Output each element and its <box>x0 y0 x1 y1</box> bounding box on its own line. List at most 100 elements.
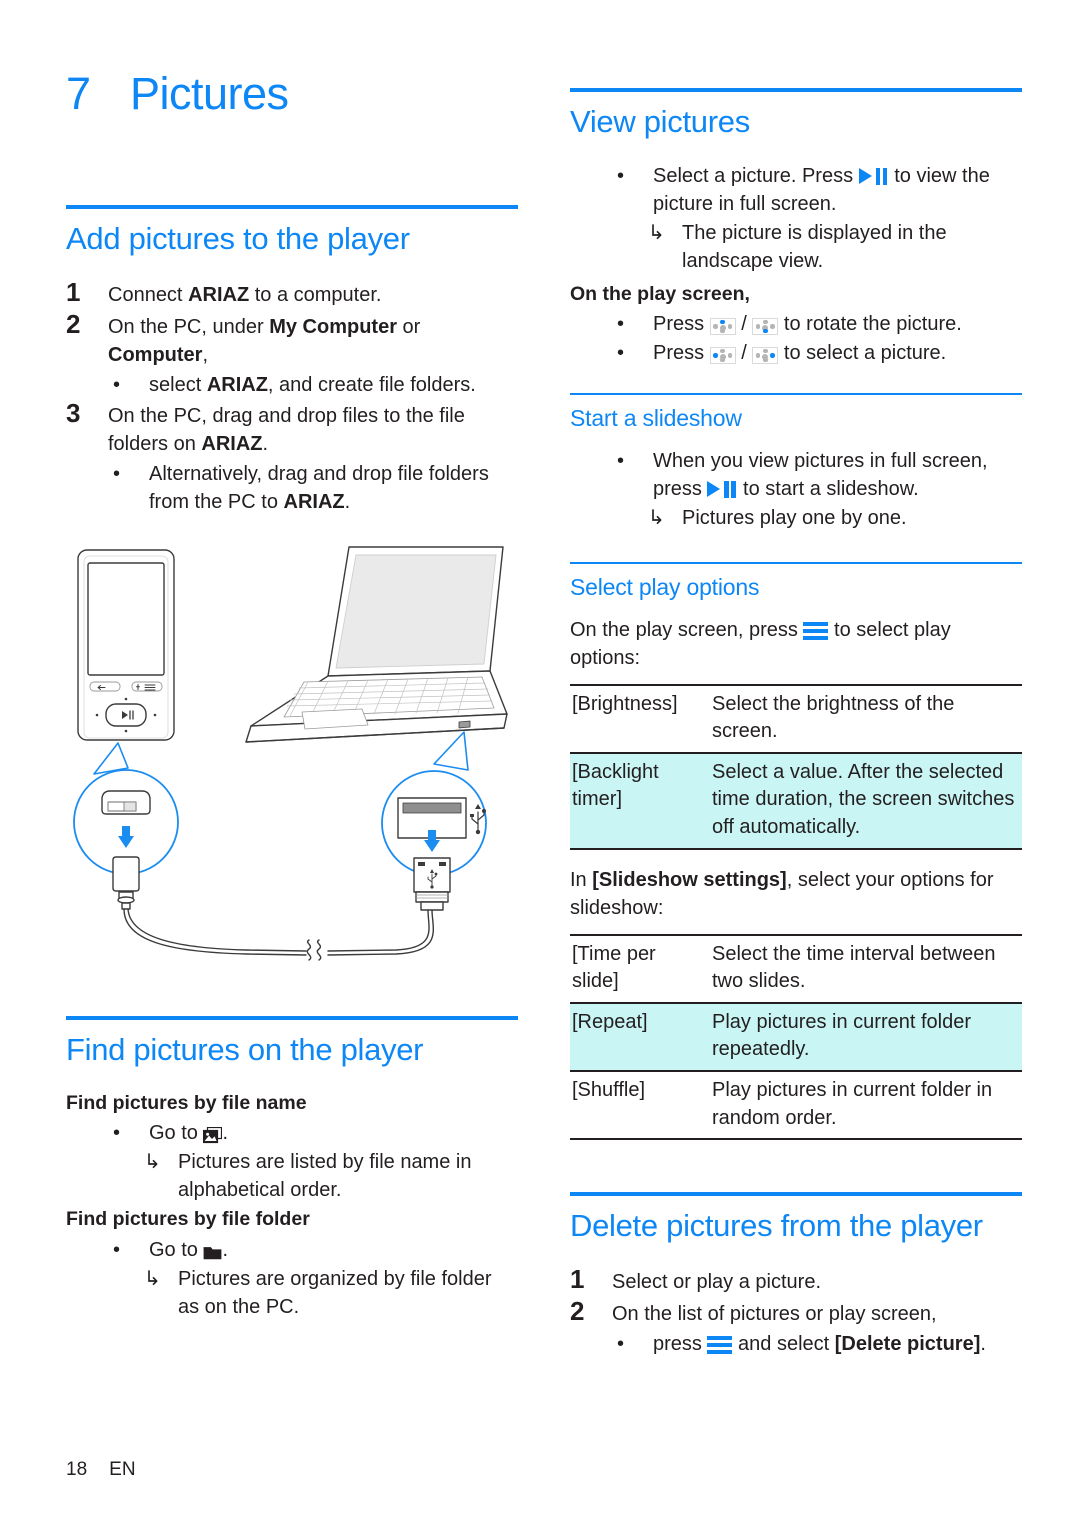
bullet-marker: • <box>617 449 625 472</box>
chapter-number: 7 <box>66 68 91 119</box>
bullet-marker: • <box>113 463 121 486</box>
step-text-part: or <box>397 316 421 339</box>
nav-up-icon <box>709 318 736 336</box>
player-device-illustration <box>77 549 175 741</box>
bullet-item: • Go to . <box>66 1236 518 1264</box>
option-value: Select the brightness of the screen. <box>708 683 1022 753</box>
arrow-marker: ↳ <box>144 1151 161 1174</box>
arrow-text: The picture is displayed in the landscap… <box>682 221 947 272</box>
bullet-text: Select a picture. Press to view the pict… <box>653 162 1022 218</box>
step-text-bold: Computer <box>108 344 203 367</box>
step-text-bold: My Computer <box>269 316 397 339</box>
step-text: On the PC, drag and drop files to the fi… <box>108 400 518 458</box>
arrow-note: ↳ Pictures play one by one. <box>570 504 1022 532</box>
bullet-text-bold: [Delete picture] <box>834 1332 981 1355</box>
bullet-text-part: / <box>735 342 753 365</box>
bullet-marker: • <box>617 1332 625 1355</box>
manual-page: 7 Pictures Add pictures to the player 1 … <box>0 0 1080 1527</box>
arrow-note: ↳ Pictures are listed by file name in al… <box>66 1148 518 1204</box>
section-start-slideshow: Start a slideshow • When you view pictur… <box>570 393 1022 532</box>
intro-text-part: In <box>570 868 593 891</box>
section-select-play-options: Select play options On the play screen, … <box>570 561 1022 1141</box>
left-column: 7 Pictures Add pictures to the player 1 … <box>66 0 518 1322</box>
bullet-text-part: press <box>653 1332 708 1355</box>
bullet-item: • When you view pictures in full screen,… <box>570 447 1022 503</box>
bullet-text-part: Press <box>653 342 710 365</box>
nav-left-icon <box>709 347 736 365</box>
bullet-text: Press / to select a picture. <box>653 339 1022 367</box>
bullet-item: • Go to . <box>66 1119 518 1147</box>
step-text-part: On the PC, drag and drop files to the fi… <box>108 405 465 456</box>
chapter-title: 7 Pictures <box>66 68 518 119</box>
bullet-text: Go to . <box>149 1236 518 1264</box>
step-number: 1 <box>66 277 81 308</box>
bullet-text-part: . <box>222 1238 229 1261</box>
section-add-pictures: Add pictures to the player 1 Connect ARI… <box>66 205 518 988</box>
bullet-text-bold: ARIAZ <box>283 491 345 514</box>
arrow-marker: ↳ <box>648 506 665 529</box>
heading-view-pictures: View pictures <box>570 104 750 139</box>
bullet-text: Go to . <box>149 1119 518 1147</box>
step-text: On the list of pictures or play screen, <box>612 1302 937 1325</box>
bullet-text: Alternatively, drag and drop file folder… <box>149 460 518 516</box>
option-value: Play pictures in current folder repeated… <box>708 1001 1022 1071</box>
folder-icon <box>203 1245 222 1260</box>
nav-down-icon <box>752 318 779 336</box>
slideshow-settings-table: [Time per slide] Select the time interva… <box>570 933 1022 1141</box>
intro-text-bold: [Slideshow settings] <box>592 868 787 891</box>
bullet-marker: • <box>617 164 625 187</box>
step-number: 3 <box>66 398 81 429</box>
option-key: [Shuffle] <box>570 1069 708 1141</box>
play-options-table: [Brightness] Select the brightness of th… <box>570 683 1022 850</box>
section-view-pictures: View pictures • Select a picture. Press … <box>570 88 1022 367</box>
bullet-item: • Press / to rotate the picture. <box>570 310 1022 338</box>
step-2: 2 On the PC, under My Computer or Comput… <box>66 309 518 369</box>
language-code: EN <box>109 1459 136 1480</box>
player-port-callout <box>73 742 179 910</box>
bullet-text: press and select [Delete picture]. <box>653 1330 1022 1358</box>
option-value: Play pictures in current folder in rando… <box>708 1069 1022 1141</box>
bullet-text-part: Go to <box>149 1122 204 1145</box>
step-number: 2 <box>570 1295 585 1326</box>
bullet-text-part: , and create file folders. <box>267 374 476 397</box>
section-rule <box>570 88 1022 92</box>
bullet-item: • press and select [Delete picture]. <box>570 1330 1022 1358</box>
bullet-text-part: select <box>149 374 207 397</box>
step-text-part: to a computer. <box>249 284 382 307</box>
bullet-text-part: to rotate the picture. <box>778 313 962 336</box>
page-footer: 18 EN <box>66 1459 136 1481</box>
bullet-text-part: . <box>980 1332 986 1355</box>
heading-add-pictures: Add pictures to the player <box>66 221 410 257</box>
right-column: View pictures • Select a picture. Press … <box>570 0 1022 1359</box>
step-1: 1 Connect ARIAZ to a computer. <box>66 277 518 309</box>
arrow-text: Pictures are organized by file folder as… <box>178 1267 492 1318</box>
table-row: [Shuffle] Play pictures in current folde… <box>570 1069 1022 1141</box>
subheading-find-by-file-folder: Find pictures by file folder <box>66 1208 310 1231</box>
section-rule <box>570 1192 1022 1197</box>
select-play-options-intro: On the play screen, press to select play… <box>570 616 1022 672</box>
bullet-text-part: and select <box>732 1332 835 1355</box>
table-row: [Repeat] Play pictures in current folder… <box>570 1001 1022 1071</box>
bullet-text-part: . <box>222 1122 229 1145</box>
step-text-part: , <box>202 344 209 367</box>
step-text: On the PC, under My Computer or Computer… <box>108 311 518 369</box>
arrow-marker: ↳ <box>144 1267 161 1290</box>
option-key: [Brightness] <box>570 683 708 753</box>
table-row: [Backlight timer] Select a value. After … <box>570 751 1022 850</box>
table-row: [Time per slide] Select the time interva… <box>570 933 1022 1003</box>
step-number: 1 <box>570 1263 585 1294</box>
step-text: Connect ARIAZ to a computer. <box>108 279 518 309</box>
slideshow-settings-intro: In [Slideshow settings], select your opt… <box>570 866 1022 922</box>
heading-select-play-options: Select play options <box>570 573 760 600</box>
subheading-find-by-file-name: Find pictures by file name <box>66 1091 307 1114</box>
bullet-text-part: to select a picture. <box>778 342 947 365</box>
chapter-name: Pictures <box>130 68 289 119</box>
menu-icon <box>803 621 829 640</box>
step-number: 2 <box>66 309 81 340</box>
bullet-marker: • <box>113 1122 121 1145</box>
bullet-marker: • <box>113 374 121 397</box>
bullet-text-bold: ARIAZ <box>206 374 268 397</box>
option-key: [Time per slide] <box>570 933 708 1003</box>
arrow-marker: ↳ <box>648 221 665 244</box>
bullet-item: • select ARIAZ, and create file folders. <box>66 371 518 399</box>
